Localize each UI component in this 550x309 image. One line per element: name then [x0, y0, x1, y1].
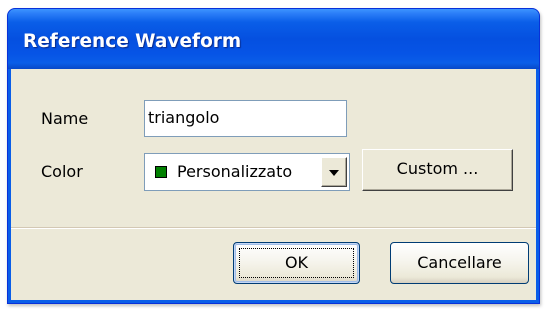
cancel-button[interactable]: Cancellare: [390, 242, 529, 284]
name-label: Name: [41, 109, 89, 128]
name-input[interactable]: triangolo: [144, 100, 347, 137]
title-bar[interactable]: Reference Waveform: [8, 9, 539, 69]
chevron-down-icon: [329, 170, 339, 176]
reference-waveform-dialog: Reference Waveform Name triangolo Color …: [7, 8, 540, 304]
custom-color-button[interactable]: Custom ...: [362, 149, 513, 191]
dialog-title: Reference Waveform: [23, 31, 242, 52]
color-select-value: Personalizzato: [177, 162, 293, 181]
color-select[interactable]: Personalizzato: [144, 153, 350, 191]
color-label: Color: [41, 162, 83, 181]
custom-color-button-label: Custom ...: [396, 159, 479, 178]
ok-button[interactable]: OK: [233, 242, 360, 284]
dialog-body: Name triangolo Color Personalizzato Cust…: [11, 69, 536, 300]
color-dropdown-button[interactable]: [321, 157, 347, 187]
cancel-button-label: Cancellare: [417, 253, 502, 272]
separator: [11, 227, 536, 229]
ok-button-label: OK: [284, 253, 309, 272]
color-swatch: [155, 166, 167, 178]
